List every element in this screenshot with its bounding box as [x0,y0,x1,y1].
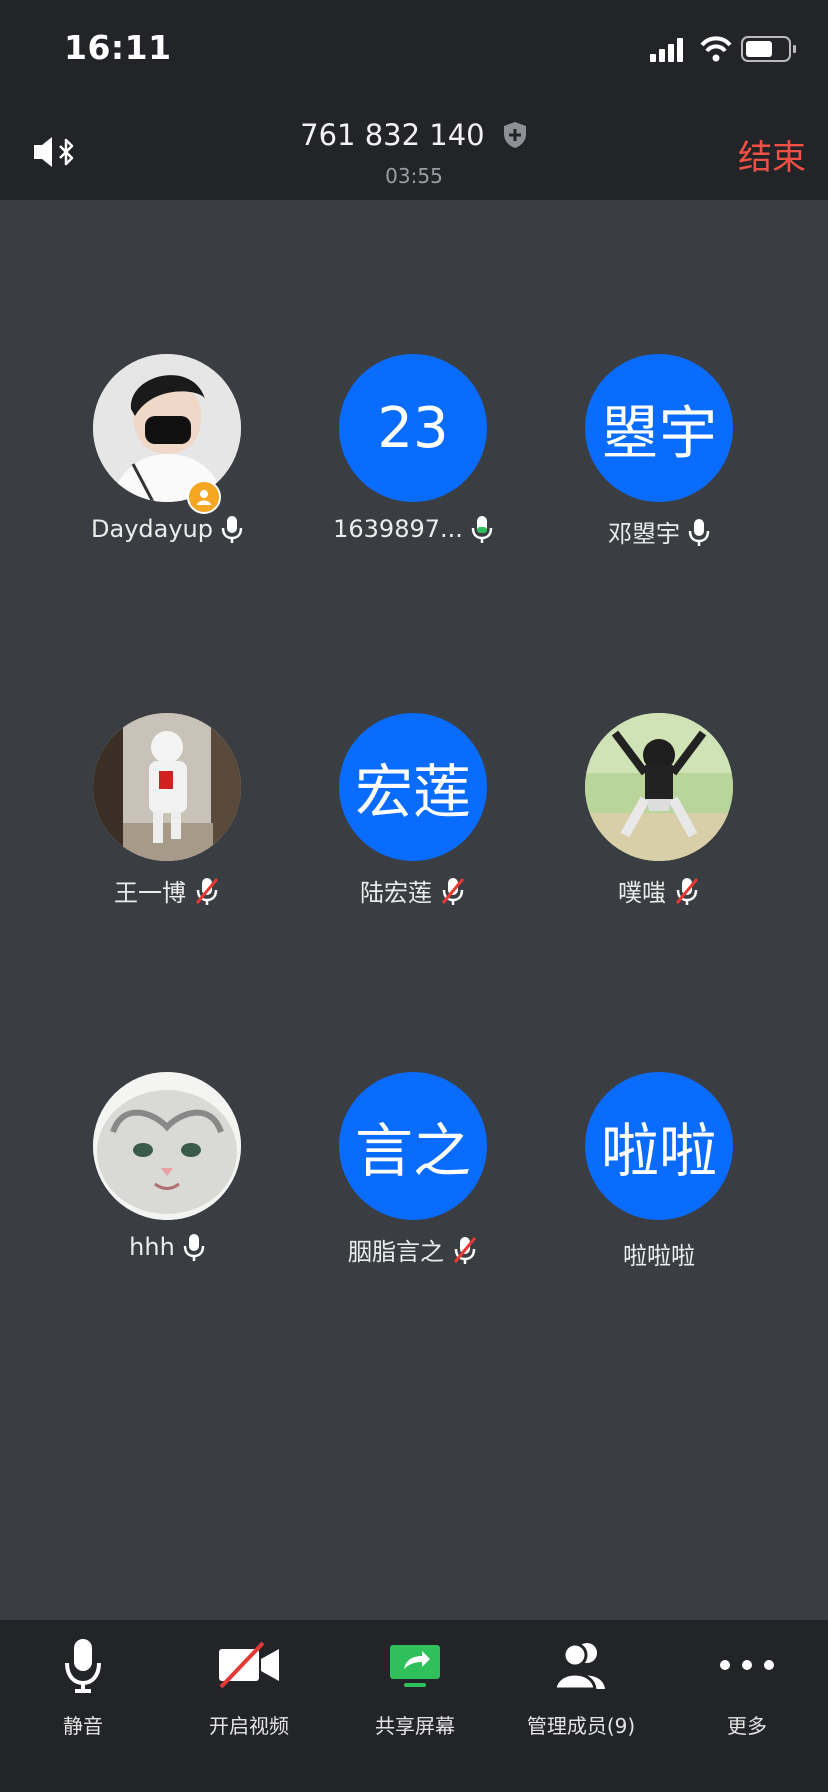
avatar [585,713,733,861]
microphone-muted-icon [441,877,465,905]
avatar [93,354,241,502]
end-meeting-button[interactable]: 结束 [738,130,806,179]
host-badge-icon [187,480,221,514]
participant-tile[interactable]: Daydayup [37,354,297,554]
avatar [93,713,241,861]
status-icons [650,36,796,62]
microphone-icon [183,1234,205,1261]
mute-button[interactable]: 静音 [0,1620,166,1792]
avatar-photo [585,713,733,861]
participant-name: 胭脂言之 [348,1238,444,1266]
avatar-photo [93,354,241,502]
shield-icon [503,122,526,148]
share-screen-icon [390,1645,440,1687]
participant-name: 1639897... [333,515,463,543]
participant-tile[interactable]: 曌宇 邓曌宇 [529,354,789,554]
microphone-active-icon [471,516,493,543]
participant-name-row: 噗嗤 [529,873,789,908]
manage-members-button[interactable]: 管理成员(9) [498,1620,664,1792]
avatar: 言之 [339,1072,487,1220]
participant-tile[interactable]: hhh [37,1072,297,1272]
participant-name-row: 王一博 [37,873,297,908]
participant-name-row: hhh [37,1232,297,1262]
status-time: 16:11 [64,28,172,67]
microphone-icon [688,518,710,546]
participant-name: 陆宏莲 [360,879,432,907]
avatar: 啦啦 [585,1072,733,1220]
participant-name: hhh [129,1233,175,1261]
microphone-icon [65,1639,101,1693]
participant-name-row: 邓曌宇 [529,514,789,549]
wifi-icon [700,36,732,62]
avatar: 宏莲 [339,713,487,861]
start-video-button[interactable]: 开启视频 [166,1620,332,1792]
participant-name-row: 1639897... [283,514,543,544]
participant-tile[interactable]: 宏莲 陆宏莲 [283,713,543,913]
participant-tile[interactable]: 23 1639897... [283,354,543,554]
participant-name: 噗嗤 [618,879,666,907]
meeting-toolbar: 静音 开启视频 共享屏幕 管理成员(9) 更多 [0,1620,828,1792]
share-screen-button[interactable]: 共享屏幕 [332,1620,498,1792]
avatar: 23 [339,354,487,502]
mute-label: 静音 [63,1714,103,1738]
cellular-signal-icon [650,38,683,62]
more-button[interactable]: 更多 [664,1620,828,1792]
meeting-duration: 03:55 [385,164,443,188]
participant-name: 啦啦啦 [623,1242,695,1270]
microphone-icon [221,516,243,543]
avatar: 曌宇 [585,354,733,502]
participant-name-row: 啦啦啦 [529,1236,789,1271]
more-dots-icon [720,1660,774,1670]
participant-name: Daydayup [91,515,213,543]
participant-tile[interactable]: 言之 胭脂言之 [283,1072,543,1272]
avatar [93,1072,241,1220]
meeting-id[interactable]: 761 832 140 [0,116,828,152]
more-label: 更多 [727,1714,767,1738]
avatar-photo [93,1072,241,1220]
participant-tile[interactable]: 王一博 [37,713,297,913]
video-off-icon [219,1641,279,1689]
battery-icon [741,36,796,62]
participant-name-row: Daydayup [37,514,297,544]
participant-name: 王一博 [114,879,186,907]
participant-grid: Daydayup 23 1639897... 曌宇 邓曌宇 王一博 宏莲 陆宏莲… [0,200,828,1620]
members-icon [553,1642,605,1691]
meeting-id-text: 761 832 140 [300,118,485,152]
participant-tile[interactable]: 啦啦 啦啦啦 [529,1072,789,1272]
participant-tile[interactable]: 噗嗤 [529,713,789,913]
call-header: 761 832 140 03:55 结束 [0,100,828,200]
start-video-label: 开启视频 [209,1714,289,1738]
avatar-photo [93,713,241,861]
manage-members-label: 管理成员(9) [526,1714,636,1738]
participant-name-row: 陆宏莲 [283,873,543,908]
microphone-muted-icon [675,877,699,905]
microphone-muted-icon [195,877,219,905]
share-screen-label: 共享屏幕 [375,1714,455,1738]
status-bar: 16:11 [0,0,828,100]
microphone-muted-icon [453,1236,477,1264]
participant-name: 邓曌宇 [608,520,680,548]
participant-name-row: 胭脂言之 [283,1232,543,1267]
